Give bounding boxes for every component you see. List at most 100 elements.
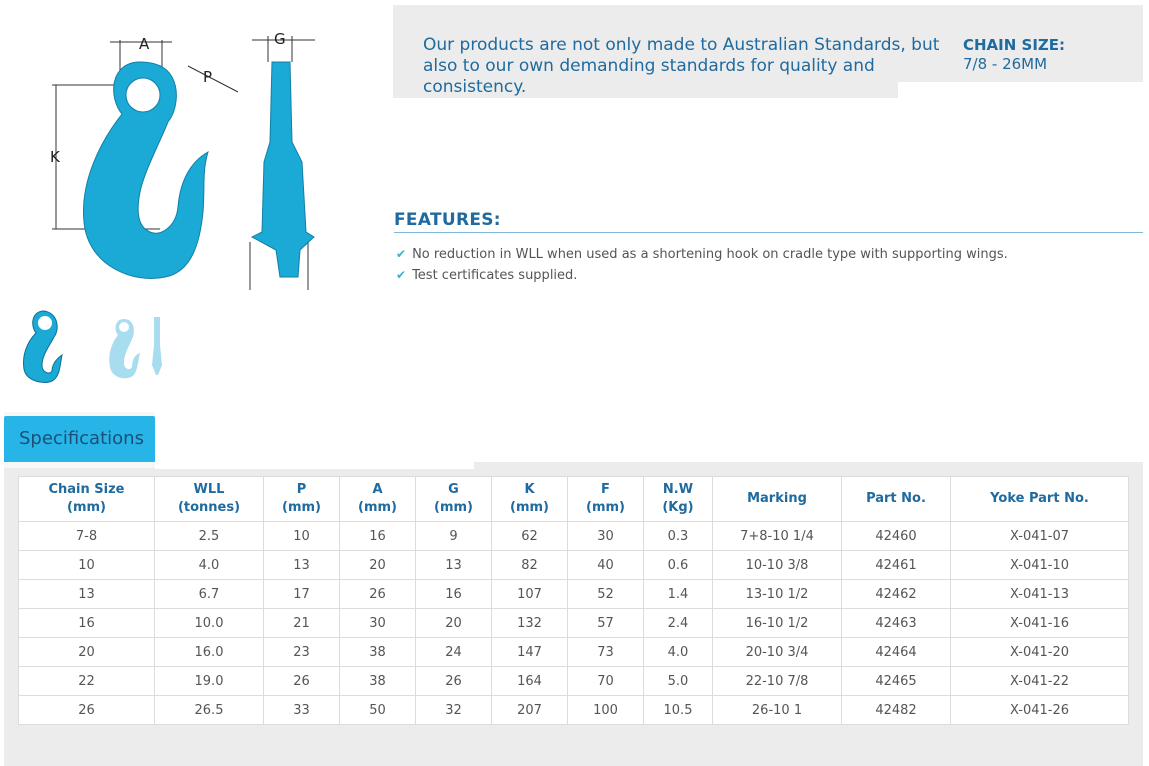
table-cell: 10-10 3/8 [712,550,842,580]
table-cell: X-041-13 [950,579,1129,609]
table-cell: 26 [339,579,416,609]
features-title: FEATURES: [394,210,501,230]
table-cell: 5.0 [643,666,713,696]
product-diagram-image[interactable]: A P K G [40,22,340,297]
product-thumbnail-photo[interactable] [18,305,84,385]
table-row: 10 4.0 13 20 13 82 40 0.6 10-10 3/8 42461 X-041-10 [18,550,1129,580]
dimension-label-k: K [50,148,61,166]
table-cell: 42461 [841,550,951,580]
column-header: Yoke Part No. [950,476,1129,522]
table-cell: 82 [491,550,568,580]
column-header: WLL (tonnes) [154,476,264,522]
table-cell: 52 [567,579,644,609]
table-cell: 30 [567,521,644,551]
column-header: F (mm) [567,476,644,522]
table-cell: 10.5 [643,695,713,725]
tab-specifications[interactable]: Specifications [4,416,155,462]
table-cell: 207 [491,695,568,725]
column-header: Part No. [841,476,951,522]
table-cell: 26-10 1 [712,695,842,725]
table-cell: 13 [263,550,340,580]
table-row: 7-8 2.5 10 16 9 62 30 0.3 7+8-10 1/4 42460 X-041-0… [18,521,1129,551]
table-cell: X-041-26 [950,695,1129,725]
table-cell: 13 [415,550,492,580]
table-row: 26 26.5 33 50 32 207 100 10.5 26-10 1 42482 X-041-… [18,695,1129,725]
table-cell: 32 [415,695,492,725]
check-icon: ✔ [396,268,407,282]
table-cell: 22-10 7/8 [712,666,842,696]
table-row: 16 10.0 21 30 20 132 57 2.4 16-10 1/2 42463 X-041-… [18,608,1129,638]
column-header: G (mm) [415,476,492,522]
table-cell: 0.6 [643,550,713,580]
table-cell: 33 [263,695,340,725]
intro-text: Our products are not only made to Austra… [423,35,940,97]
table-cell: 40 [567,550,644,580]
table-cell: 17 [263,579,340,609]
table-cell: 42482 [841,695,951,725]
column-header: A (mm) [339,476,416,522]
table-cell: 30 [339,608,416,638]
table-cell: 10 [18,550,155,580]
table-cell: X-041-16 [950,608,1129,638]
table-cell: 26 [18,695,155,725]
table-header-row: Chain Size (mm) WLL (tonnes) P (mm) A (mm) G (mm)… [18,476,1129,522]
tab-bar-blank [155,412,474,469]
column-header: Marking [712,476,842,522]
table-cell: 164 [491,666,568,696]
table-cell: 73 [567,637,644,667]
table-cell: X-041-07 [950,521,1129,551]
dimension-label-g: G [274,30,286,48]
table-cell: 10 [263,521,340,551]
column-header: K (mm) [491,476,568,522]
chain-size-value: 7/8 - 26MM [963,55,1048,73]
table-cell: X-041-22 [950,666,1129,696]
table-cell: 26 [263,666,340,696]
product-thumbnail-diagram[interactable] [100,305,166,385]
table-cell: 22 [18,666,155,696]
table-cell: 16-10 1/2 [712,608,842,638]
table-cell: 1.4 [643,579,713,609]
table-row: 13 6.7 17 26 16 107 52 1.4 13-10 1/2 42462 X-041-1… [18,579,1129,609]
chain-size-block: CHAIN SIZE: 7/8 - 26MM [963,36,1065,74]
table-cell: 13 [18,579,155,609]
table-cell: 50 [339,695,416,725]
table-cell: 57 [567,608,644,638]
table-cell: 147 [491,637,568,667]
check-icon: ✔ [396,247,407,261]
table-cell: 70 [567,666,644,696]
table-cell: 100 [567,695,644,725]
table-cell: 16 [339,521,416,551]
table-cell: 2.5 [154,521,264,551]
table-cell: 20-10 3/4 [712,637,842,667]
table-cell: 42464 [841,637,951,667]
table-cell: 42460 [841,521,951,551]
table-cell: 6.7 [154,579,264,609]
table-cell: 10.0 [154,608,264,638]
table-cell: 21 [263,608,340,638]
table-cell: 26 [415,666,492,696]
table-cell: 7+8-10 1/4 [712,521,842,551]
table-cell: 9 [415,521,492,551]
table-cell: 62 [491,521,568,551]
table-cell: 0.3 [643,521,713,551]
table-cell: 16 [18,608,155,638]
features-divider [394,232,1143,233]
table-cell: 2.4 [643,608,713,638]
table-row: 20 16.0 23 38 24 147 73 4.0 20-10 3/4 42464 X-041-… [18,637,1129,667]
table-cell: 42463 [841,608,951,638]
table-cell: 20 [339,550,416,580]
table-row: 22 19.0 26 38 26 164 70 5.0 22-10 7/8 42465 X-041-… [18,666,1129,696]
table-cell: 38 [339,666,416,696]
table-cell: 26.5 [154,695,264,725]
table-cell: X-041-10 [950,550,1129,580]
table-cell: 16.0 [154,637,264,667]
dimension-label-a: A [139,35,150,53]
feature-text: Test certificates supplied. [412,268,578,283]
specifications-table: Chain Size (mm) WLL (tonnes) P (mm) A (mm) G (mm)… [18,476,1129,725]
feature-item: ✔ No reduction in WLL when used as a shor… [396,244,1008,265]
table-cell: X-041-20 [950,637,1129,667]
table-cell: 23 [263,637,340,667]
table-cell: 20 [18,637,155,667]
table-cell: 107 [491,579,568,609]
chain-size-title: CHAIN SIZE: [963,36,1066,54]
